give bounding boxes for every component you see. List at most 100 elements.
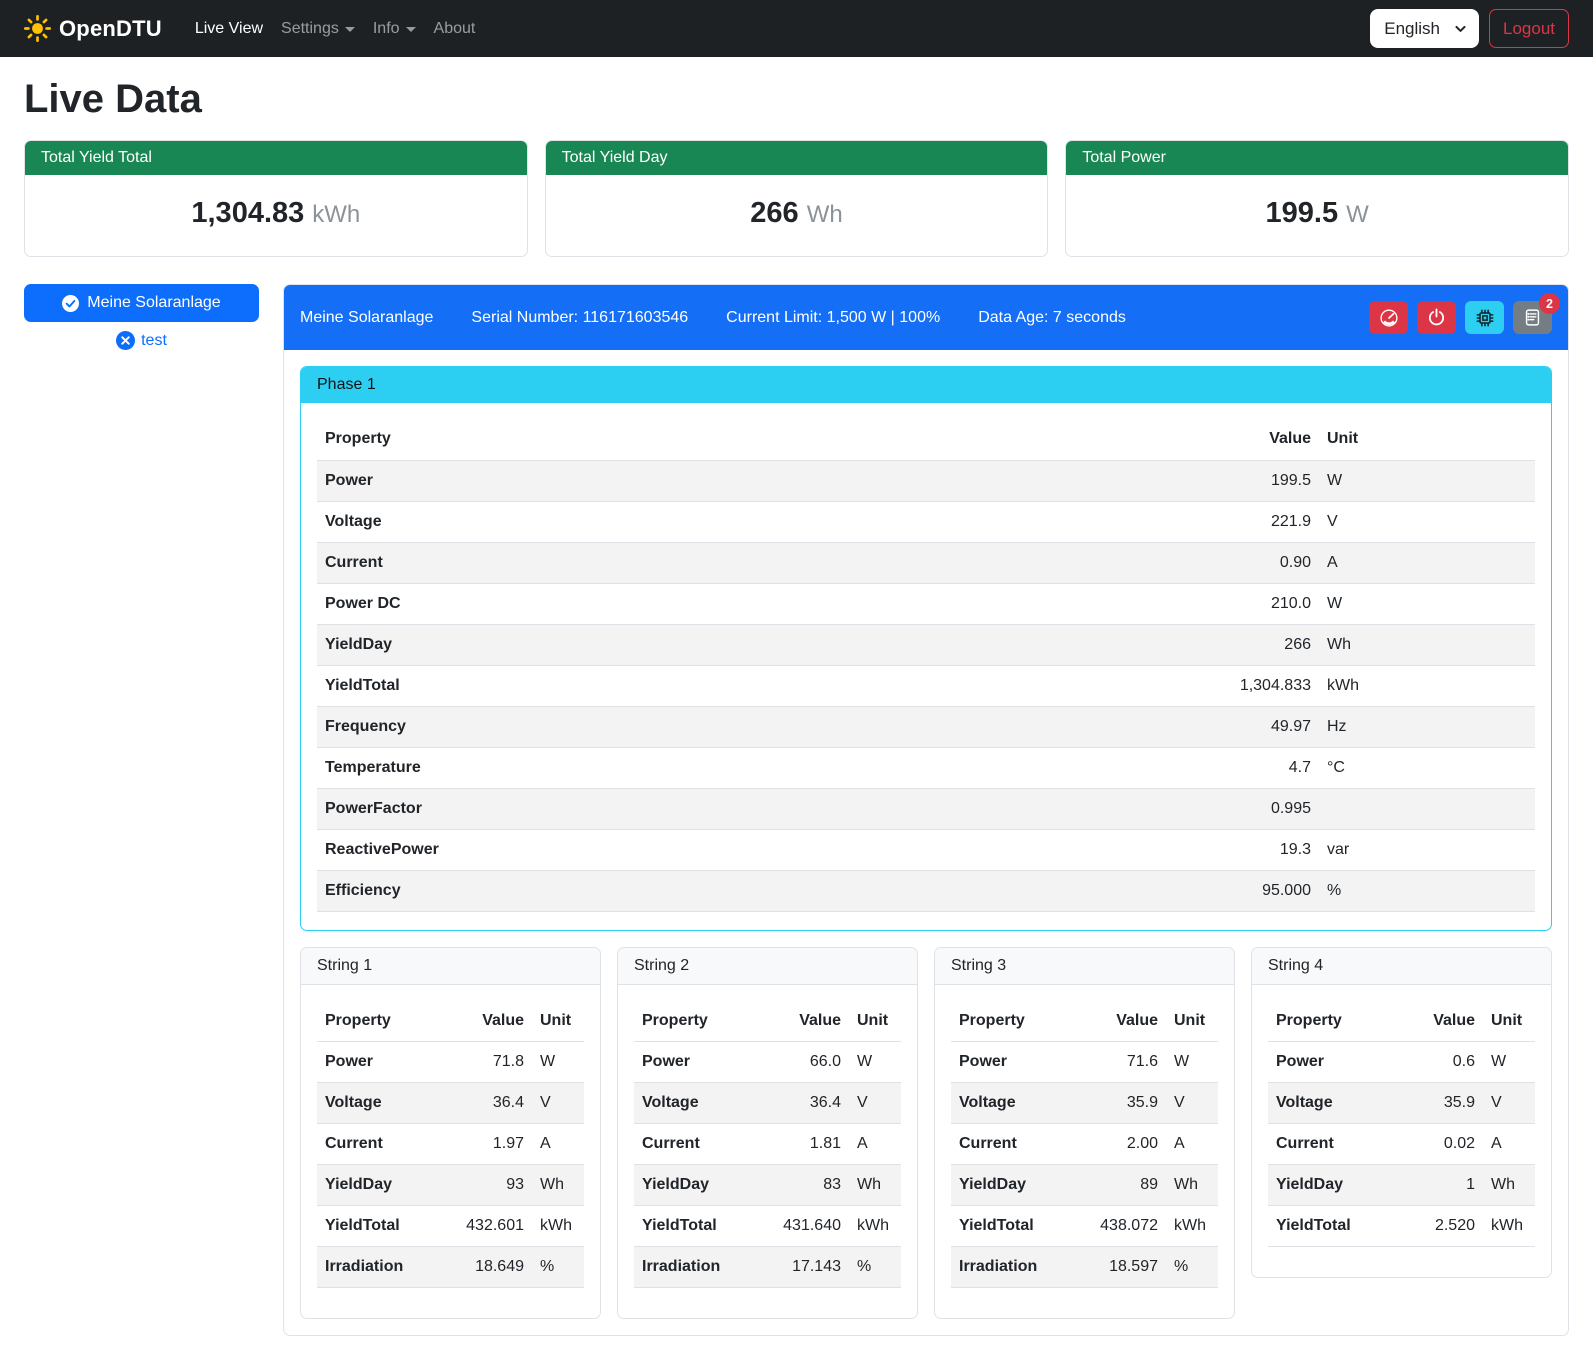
value-cell: 0.995 <box>1189 788 1319 829</box>
table-row: YieldTotal1,304.833kWh <box>317 665 1535 706</box>
table-row: YieldTotal431.640kWh <box>634 1206 901 1247</box>
event-log-button[interactable]: 2 <box>1513 301 1552 334</box>
value-cell: 18.649 <box>454 1247 532 1288</box>
unit-cell: kWh <box>532 1206 584 1247</box>
string-card-body: Property Value Unit Power66.0WVoltage36.… <box>618 985 917 1319</box>
nav-item-settings[interactable]: Settings <box>272 12 364 46</box>
unit-cell: % <box>1319 870 1535 911</box>
property-cell: Current <box>317 1124 454 1165</box>
language-value: English <box>1384 19 1440 39</box>
logout-button[interactable]: Logout <box>1489 9 1569 48</box>
chevron-down-icon <box>406 27 416 32</box>
value-cell: 4.7 <box>1189 747 1319 788</box>
unit-cell: W <box>1319 460 1535 501</box>
unit-cell: V <box>1483 1083 1535 1124</box>
unit-cell: W <box>1166 1042 1218 1083</box>
table-row: Current0.90A <box>317 542 1535 583</box>
table-row: Voltage221.9V <box>317 501 1535 542</box>
unit-cell: °C <box>1319 747 1535 788</box>
inverter-sidebar: Meine Solaranlage test <box>24 284 259 350</box>
phase-card-body: Property Value Unit Power199.5WVoltage22… <box>301 403 1551 930</box>
string-table: Property Value Unit Power66.0WVoltage36.… <box>634 1001 901 1289</box>
nav-item-live-view[interactable]: Live View <box>186 12 272 46</box>
string-card-body: Property Value Unit Power71.8WVoltage36.… <box>301 985 600 1319</box>
property-cell: YieldTotal <box>317 1206 454 1247</box>
chevron-down-icon <box>345 27 355 32</box>
unit-cell: Wh <box>532 1165 584 1206</box>
unit-cell: V <box>1319 501 1535 542</box>
unit-cell: A <box>1483 1124 1535 1165</box>
card-body: 1,304.83kWh <box>25 175 527 256</box>
table-row: Current1.81A <box>634 1124 901 1165</box>
value-cell: 93 <box>454 1165 532 1206</box>
column-header: Value <box>454 1001 532 1042</box>
card-value: 199.5 <box>1266 197 1339 229</box>
card-body: 199.5W <box>1066 175 1568 256</box>
card-total-yield-day: Total Yield Day 266Wh <box>545 140 1049 257</box>
brand[interactable]: OpenDTU <box>24 15 162 42</box>
inverter-limit: Current Limit: 1,500 W | 100% <box>726 309 940 327</box>
table-row: Power199.5W <box>317 460 1535 501</box>
unit-cell: W <box>532 1042 584 1083</box>
string-card-3: String 3 Property Value Unit <box>934 947 1235 1320</box>
table-row: Voltage35.9V <box>1268 1083 1535 1124</box>
table-header-row: Property Value Unit <box>634 1001 901 1042</box>
power-button[interactable] <box>1417 301 1456 334</box>
value-cell: 2.00 <box>1088 1124 1166 1165</box>
card-unit: kWh <box>312 201 360 228</box>
unit-cell: Hz <box>1319 706 1535 747</box>
value-cell: 83 <box>771 1165 849 1206</box>
limit-settings-button[interactable] <box>1369 301 1408 334</box>
string-card-body: Property Value Unit Power0.6WVoltage35.9… <box>1252 985 1551 1278</box>
table-row: Current2.00A <box>951 1124 1218 1165</box>
value-cell: 35.9 <box>1405 1083 1483 1124</box>
property-cell: YieldTotal <box>317 665 1189 706</box>
table-header-row: Property Value Unit <box>317 419 1535 460</box>
table-row: YieldTotal432.601kWh <box>317 1206 584 1247</box>
chevron-down-icon <box>1454 22 1467 35</box>
device-info-button[interactable] <box>1465 301 1504 334</box>
table-row: YieldDay93Wh <box>317 1165 584 1206</box>
property-cell: Power <box>1268 1042 1405 1083</box>
inverter-card-header: Meine Solaranlage Serial Number: 1161716… <box>284 285 1568 350</box>
table-header-row: Property Value Unit <box>317 1001 584 1042</box>
unit-cell: Wh <box>1483 1165 1535 1206</box>
nav-links: Live View Settings Info About <box>186 12 485 46</box>
cpu-icon <box>1475 308 1495 328</box>
column-header: Property <box>317 419 1189 460</box>
unit-cell: % <box>1166 1247 1218 1288</box>
strings-row: String 1 Property Value Unit <box>300 947 1552 1320</box>
inverter-item-test[interactable]: test <box>24 331 259 350</box>
string-card-title: String 3 <box>935 948 1234 985</box>
unit-cell: V <box>1166 1083 1218 1124</box>
value-cell: 35.9 <box>1088 1083 1166 1124</box>
value-cell: 36.4 <box>771 1083 849 1124</box>
table-row: ReactivePower19.3var <box>317 829 1535 870</box>
property-cell: Power DC <box>317 583 1189 624</box>
value-cell: 18.597 <box>1088 1247 1166 1288</box>
property-cell: ReactivePower <box>317 829 1189 870</box>
table-row: Voltage36.4V <box>317 1083 584 1124</box>
inverter-card-body: Phase 1 Property Value Unit P <box>284 350 1568 1335</box>
property-cell: Irradiation <box>634 1247 771 1288</box>
table-row: Irradiation18.597% <box>951 1247 1218 1288</box>
value-cell: 1 <box>1405 1165 1483 1206</box>
unit-cell: V <box>532 1083 584 1124</box>
column-header: Unit <box>849 1001 901 1042</box>
value-cell: 1.81 <box>771 1124 849 1165</box>
nav-item-about[interactable]: About <box>425 12 485 46</box>
property-cell: Temperature <box>317 747 1189 788</box>
navbar: OpenDTU Live View Settings Info About En… <box>0 0 1593 57</box>
nav-item-info[interactable]: Info <box>364 12 425 46</box>
inverter-select-label: Meine Solaranlage <box>87 294 220 312</box>
unit-cell: A <box>1166 1124 1218 1165</box>
property-cell: YieldDay <box>317 1165 454 1206</box>
inverter-select-button[interactable]: Meine Solaranlage <box>24 284 259 322</box>
unit-cell: % <box>532 1247 584 1288</box>
language-select[interactable]: English <box>1370 9 1479 48</box>
string-card-1: String 1 Property Value Unit <box>300 947 601 1320</box>
column-header: Property <box>951 1001 1088 1042</box>
unit-cell <box>1319 788 1535 829</box>
property-cell: Current <box>317 542 1189 583</box>
table-row: Power71.6W <box>951 1042 1218 1083</box>
